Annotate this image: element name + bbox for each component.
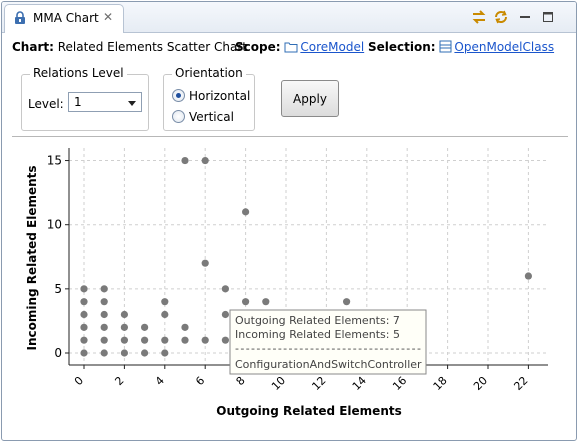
x-tick-label: 22 <box>511 374 530 393</box>
data-point[interactable] <box>242 208 250 216</box>
data-point[interactable] <box>141 349 149 357</box>
x-tick-label: 0 <box>72 374 86 388</box>
data-point[interactable] <box>100 349 108 357</box>
chart-view: MMA Chart ✕ Chart: Related Elements Scat… <box>1 1 577 441</box>
data-point[interactable] <box>181 323 189 331</box>
data-point[interactable] <box>161 349 169 357</box>
y-axis-label: Incoming Related Elements <box>25 165 39 350</box>
data-point[interactable] <box>100 285 108 293</box>
data-point[interactable] <box>201 156 209 165</box>
data-point[interactable] <box>242 298 250 306</box>
data-point[interactable] <box>161 310 169 319</box>
data-point[interactable] <box>100 323 108 331</box>
x-tick-label: 16 <box>390 374 409 393</box>
y-tick-label: 15 <box>47 154 62 168</box>
x-tick-label: 4 <box>153 374 167 388</box>
data-point[interactable] <box>80 336 88 344</box>
data-point[interactable] <box>201 336 209 344</box>
data-point[interactable] <box>120 336 128 344</box>
data-point[interactable] <box>181 156 189 165</box>
data-point[interactable] <box>120 323 128 331</box>
y-tick-label: 10 <box>47 218 62 232</box>
data-point[interactable] <box>80 298 88 306</box>
data-point[interactable] <box>524 272 533 280</box>
x-tick-label: 8 <box>234 374 248 388</box>
data-point[interactable] <box>181 336 189 344</box>
x-axis-label: Outgoing Related Elements <box>216 404 401 418</box>
data-point[interactable] <box>161 336 169 344</box>
data-point[interactable] <box>80 349 88 357</box>
data-point[interactable] <box>80 310 88 319</box>
scatter-chart: 0 5 10 15 0 2 4 6 8 10 12 14 16 18 20 22 Outgoing Relat… <box>25 148 548 418</box>
data-point[interactable] <box>141 336 149 344</box>
data-point[interactable] <box>201 259 209 267</box>
data-point[interactable] <box>221 310 229 319</box>
x-tick-label: 10 <box>269 374 288 393</box>
data-point[interactable] <box>80 285 88 293</box>
data-point[interactable] <box>120 349 128 357</box>
x-tick-label: 14 <box>350 374 369 393</box>
x-tick-label: 20 <box>471 374 490 393</box>
data-point[interactable] <box>100 310 108 319</box>
data-point[interactable] <box>80 323 88 331</box>
x-tick-label: 2 <box>112 374 126 388</box>
tooltip-incoming: Incoming Related Elements: 5 <box>235 328 400 341</box>
y-tick-label: 0 <box>54 346 62 360</box>
tooltip-outgoing: Outgoing Related Elements: 7 <box>235 314 400 327</box>
data-point[interactable] <box>262 298 270 306</box>
data-point[interactable] <box>161 298 169 306</box>
tooltip-element-name: ConfigurationAndSwitchController <box>235 358 422 371</box>
data-point[interactable] <box>221 336 229 344</box>
x-tick-label: 18 <box>431 374 450 393</box>
y-tick-label: 5 <box>54 282 62 296</box>
data-point[interactable] <box>120 310 128 319</box>
x-tick-label: 12 <box>309 374 328 393</box>
data-point[interactable] <box>141 323 149 331</box>
tooltip-separator: ----------------------------------- <box>235 342 421 355</box>
data-point[interactable] <box>100 336 108 344</box>
x-tick-label: 6 <box>193 374 207 388</box>
data-point[interactable] <box>343 298 351 306</box>
data-point[interactable] <box>221 285 229 293</box>
data-point[interactable] <box>100 298 108 306</box>
tooltip: Outgoing Related Elements: 7 Incoming Re… <box>229 309 427 375</box>
